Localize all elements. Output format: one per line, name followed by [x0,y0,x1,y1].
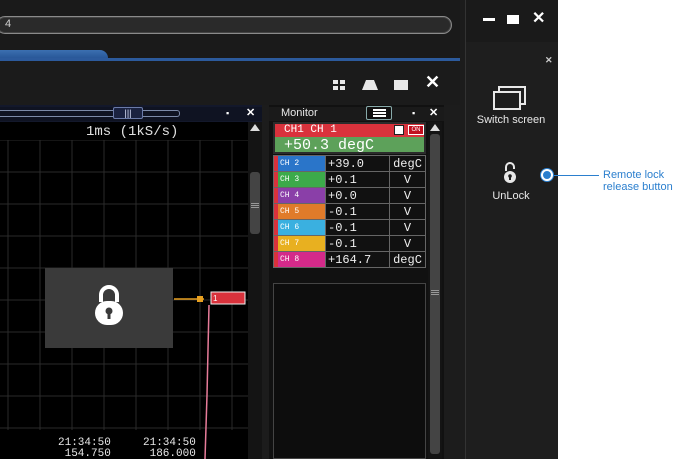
channel-unit: V [389,219,426,236]
channel-value: +39.0 [325,155,390,172]
channel-row[interactable]: CH 4 +0.0 V [273,187,426,204]
maximize-icon[interactable] [507,15,519,24]
callout-line-1: Remote lock [603,169,665,181]
unlock-icon[interactable] [503,161,517,185]
channel-row[interactable]: CH 2 +39.0 degC [273,155,426,172]
channel-value: +0.1 [325,171,390,188]
grip-icon [431,290,439,291]
callout-marker [541,169,553,181]
ch1-name: CH1 CH 1 [284,124,337,136]
channel-unit: V [389,187,426,204]
channel-unit: V [389,171,426,188]
channel-label: CH 8 [273,251,326,268]
lock-icon [95,285,123,325]
channel-value: -0.1 [325,219,390,236]
ch1-on-badge[interactable]: ON [408,125,424,135]
channel-value: -0.1 [325,235,390,252]
channel-row[interactable]: CH 6 -0.1 V [273,219,426,236]
close-icon[interactable]: ✕ [246,106,255,119]
grip-icon [431,292,439,293]
chart-scrollbar[interactable] [248,122,262,459]
grip-icon [251,205,259,206]
timestamp-ms: 186.000 [149,448,196,459]
callout-text: Remote lock release button [603,169,673,193]
monitor-scrollbar[interactable] [428,122,442,459]
single-window-icon[interactable] [394,80,408,90]
chart-settings-icon[interactable]: ||| [113,107,143,119]
channel-label: CH 2 [273,155,326,172]
channel-label: CH 4 [273,187,326,204]
minimize-icon[interactable] [483,18,495,21]
channel-row[interactable]: CH 8 +164.7 degC [273,251,426,268]
close-icon[interactable]: ✕ [429,106,438,119]
grip-icon [251,203,259,204]
channel-unit: degC [389,251,426,268]
monitor-empty-area [273,283,426,459]
address-text: 4 [5,18,12,30]
chart-scroll-track[interactable] [0,110,180,117]
channel-unit: V [389,235,426,252]
address-bar[interactable]: 4 [0,16,452,34]
channel-unit: V [389,203,426,220]
channel-table: CH 2 +39.0 degC CH 3 +0.1 V CH 4 +0.0 V CH 5 -0.1 V… [273,155,426,268]
ch1-value: +50.3 degC [284,137,375,154]
channel-value: +164.7 [325,251,390,268]
window-controls: ✕ [465,0,558,42]
grip-icon [431,294,439,295]
toolbar [0,61,460,105]
switch-screen-icon[interactable] [493,86,527,110]
grid-layout-icon[interactable] [333,80,345,90]
monitor-title: Monitor [281,107,318,119]
trace-marker-label: 1 [213,294,218,303]
close-icon[interactable]: ✕ [532,10,545,28]
minimize-icon[interactable]: ▪ [412,108,415,118]
channel-label: CH 7 [273,235,326,252]
hamburger-menu-icon[interactable] [366,106,392,120]
lock-overlay [45,268,173,348]
channel-label: CH 6 [273,219,326,236]
timebase-label: 1ms (1kS/s) [86,124,179,140]
channel-unit: degC [389,155,426,172]
switch-screen-button[interactable]: Switch screen [470,114,552,126]
timestamp-start: 21:34:50 154.750 [58,438,111,459]
timestamp-ms: 154.750 [64,448,111,459]
channel-label: CH 3 [273,171,326,188]
channel-row[interactable]: CH 7 -0.1 V [273,235,426,252]
trace-line [204,304,210,459]
ch1-checkbox-icon[interactable] [394,125,404,135]
timestamp-end: 21:34:50 186.000 [143,438,196,459]
close-icon[interactable]: ✕ [425,73,440,91]
channel-row[interactable]: CH 5 -0.1 V [273,203,426,220]
callout-line [553,175,599,176]
channel-row[interactable]: CH 3 +0.1 V [273,171,426,188]
waveform-view-icon[interactable] [362,79,378,90]
channel-value: +0.0 [325,187,390,204]
scroll-up-icon[interactable] [250,124,260,131]
close-icon[interactable]: ✕ [545,55,553,66]
scroll-up-icon[interactable] [430,124,440,131]
channel-label: CH 5 [273,203,326,220]
minimize-icon[interactable]: ▪ [226,108,229,118]
marker-point [197,296,203,302]
unlock-button[interactable]: UnLock [470,190,552,202]
callout-line-2: release button [603,181,673,193]
grip-icon [251,207,259,208]
channel-value: -0.1 [325,203,390,220]
